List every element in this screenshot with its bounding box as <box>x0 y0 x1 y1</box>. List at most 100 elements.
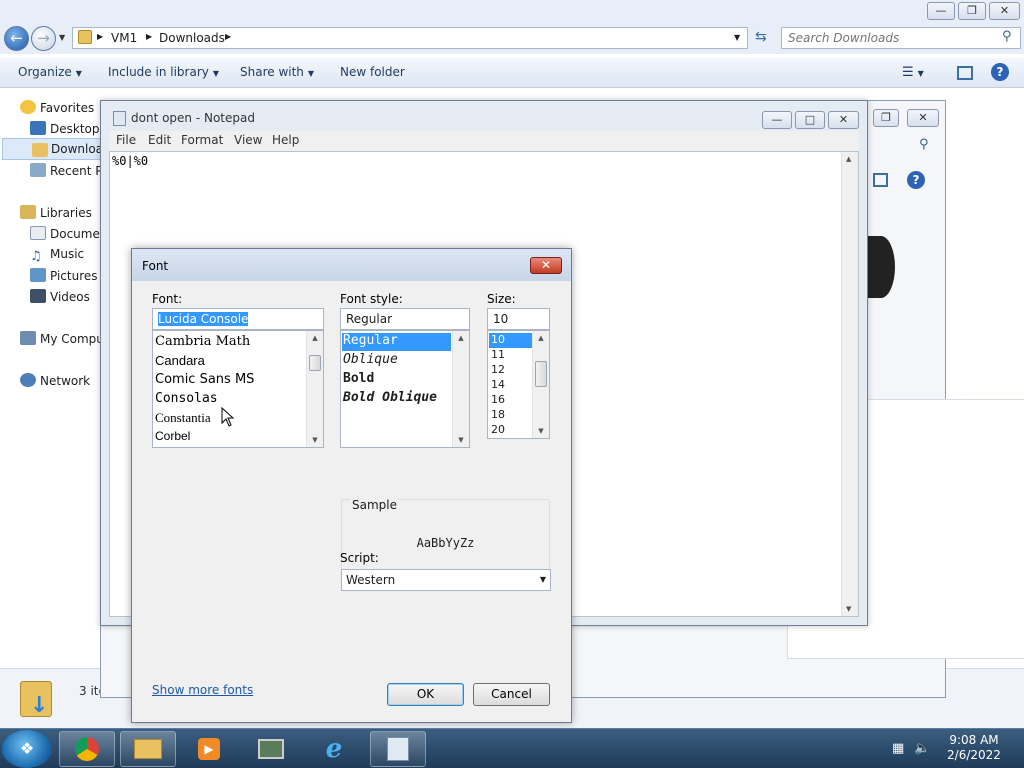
font-list[interactable]: Cambria Math Candara Comic Sans MS Conso… <box>152 330 324 448</box>
menu-help[interactable]: Help <box>272 133 299 147</box>
menu-edit[interactable]: Edit <box>148 133 171 147</box>
recent-pages-dropdown-icon[interactable]: ▼ <box>59 33 65 42</box>
help-icon[interactable]: ? <box>907 171 925 189</box>
device-image <box>867 236 895 298</box>
clock[interactable]: 9:08 AM 2/6/2022 <box>944 733 1004 763</box>
refresh-icon[interactable]: ⇆ <box>755 29 767 45</box>
font-name-value: Lucida Console <box>158 312 249 326</box>
volume-tray-icon[interactable]: 🔈 <box>914 741 930 756</box>
notepad-content: %0|%0 <box>112 154 149 168</box>
search-icon[interactable]: ⚲ <box>919 137 929 152</box>
close-button[interactable]: ✕ <box>989 2 1020 20</box>
size-list[interactable]: 10 11 12 14 16 18 20 ▲ ▼ <box>487 330 550 439</box>
include-in-library-button[interactable]: Include in library ▼ <box>108 65 219 79</box>
font-list-scrollbar[interactable]: ▲ ▼ <box>306 331 323 447</box>
new-folder-button[interactable]: New folder <box>340 65 405 79</box>
chevron-down-icon: ▼ <box>539 575 546 584</box>
close-button[interactable]: ✕ <box>828 111 859 129</box>
chevron-right-icon[interactable]: ▶ <box>97 32 103 41</box>
help-icon[interactable]: ? <box>991 63 1009 81</box>
scroll-down-icon[interactable]: ▼ <box>846 605 851 613</box>
menu-view[interactable]: View <box>234 133 262 147</box>
font-style-scrollbar[interactable]: ▲ ▼ <box>452 331 469 447</box>
style-item-bold-oblique[interactable]: Bold Oblique <box>342 390 451 408</box>
scroll-thumb[interactable] <box>535 361 547 387</box>
size-item-20[interactable]: 20 <box>489 423 532 438</box>
search-box[interactable]: ⚲ <box>781 27 1021 49</box>
font-style-list[interactable]: Regular Oblique Bold Bold Oblique ▲ ▼ <box>340 330 470 448</box>
address-dropdown-icon[interactable]: ▼ <box>734 33 740 42</box>
scroll-thumb[interactable] <box>309 355 321 371</box>
size-item-10[interactable]: 10 <box>489 333 532 348</box>
size-item-14[interactable]: 14 <box>489 378 532 393</box>
size-item-11[interactable]: 11 <box>489 348 532 363</box>
restore-button[interactable]: ❐ <box>958 2 986 20</box>
font-name-input[interactable]: Lucida Console <box>152 308 324 330</box>
pictures-icon <box>30 268 46 282</box>
font-item-cambria-math[interactable]: Cambria Math <box>155 334 250 349</box>
notepad-title: dont open - Notepad <box>131 111 255 125</box>
vertical-scrollbar[interactable]: ▲ ▼ <box>841 152 858 616</box>
breadcrumb-downloads[interactable]: Downloads <box>159 31 225 45</box>
preview-pane-icon[interactable] <box>873 173 888 187</box>
folder-icon <box>78 30 92 44</box>
chevron-right-icon[interactable]: ▶ <box>225 32 231 41</box>
menu-format[interactable]: Format <box>181 133 223 147</box>
share-with-button[interactable]: Share with ▼ <box>240 65 314 79</box>
scroll-up-icon[interactable]: ▲ <box>307 331 323 345</box>
font-item-constantia[interactable]: Constantia <box>155 410 211 426</box>
size-item-18[interactable]: 18 <box>489 408 532 423</box>
minimize-button[interactable]: — <box>927 2 955 20</box>
scroll-down-icon[interactable]: ▼ <box>533 424 549 438</box>
breadcrumb-vm1[interactable]: VM1 <box>111 31 137 45</box>
size-input[interactable]: 10 <box>487 308 550 330</box>
maximize-button[interactable]: □ <box>795 111 825 129</box>
style-item-regular[interactable]: Regular <box>342 333 451 351</box>
cancel-button[interactable]: Cancel <box>473 683 550 706</box>
chrome-taskbar-button[interactable] <box>59 731 115 767</box>
scroll-down-icon[interactable]: ▼ <box>307 433 323 447</box>
ok-button[interactable]: OK <box>387 683 464 706</box>
search-input[interactable] <box>788 29 988 47</box>
explorer-taskbar-button[interactable] <box>120 731 176 767</box>
videos-icon <box>30 289 46 303</box>
sample-text: AaBbYyZz <box>416 536 475 550</box>
forward-button[interactable]: → <box>31 26 56 51</box>
preview-pane-icon[interactable] <box>957 66 973 80</box>
notepad-icon <box>113 111 126 126</box>
scroll-up-icon[interactable]: ▲ <box>453 331 469 345</box>
scroll-down-icon[interactable]: ▼ <box>453 433 469 447</box>
monitor-taskbar-button[interactable] <box>243 731 299 767</box>
close-button[interactable]: ✕ <box>530 257 562 274</box>
restore-button[interactable]: ❐ <box>873 109 899 127</box>
font-item-consolas[interactable]: Consolas <box>155 391 218 406</box>
close-button[interactable]: ✕ <box>907 109 939 127</box>
scroll-up-icon[interactable]: ▲ <box>846 155 851 163</box>
minimize-button[interactable]: — <box>762 111 792 129</box>
internet-explorer-taskbar-button[interactable]: e <box>306 731 362 767</box>
back-button[interactable]: ← <box>4 26 29 51</box>
style-item-oblique[interactable]: Oblique <box>342 352 451 370</box>
scroll-up-icon[interactable]: ▲ <box>533 331 549 345</box>
menu-file[interactable]: File <box>116 133 136 147</box>
font-style-input[interactable]: Regular <box>340 308 470 330</box>
show-more-fonts-link[interactable]: Show more fonts <box>152 683 253 697</box>
star-icon <box>20 100 36 114</box>
view-options-icon[interactable]: ☰ ▼ <box>902 65 924 80</box>
size-item-12[interactable]: 12 <box>489 363 532 378</box>
network-tray-icon[interactable]: ▦ <box>892 741 904 756</box>
organize-button[interactable]: Organize ▼ <box>18 65 82 79</box>
start-button[interactable]: ❖ <box>2 730 52 768</box>
script-select[interactable]: Western ▼ <box>341 569 551 591</box>
size-item-16[interactable]: 16 <box>489 393 532 408</box>
media-player-taskbar-button[interactable]: ▶ <box>181 731 237 767</box>
notepad-taskbar-button[interactable] <box>370 731 426 767</box>
font-item-corbel[interactable]: Corbel <box>155 429 190 443</box>
style-item-bold[interactable]: Bold <box>342 371 451 389</box>
chevron-right-icon[interactable]: ▶ <box>146 32 152 41</box>
search-icon[interactable]: ⚲ <box>1002 29 1012 44</box>
font-item-candara[interactable]: Candara <box>155 353 205 368</box>
address-bar[interactable]: ▶ VM1 ▶ Downloads ▶ ▼ <box>72 27 748 49</box>
font-item-comic-sans-ms[interactable]: Comic Sans MS <box>155 372 254 387</box>
size-list-scrollbar[interactable]: ▲ ▼ <box>532 331 549 438</box>
